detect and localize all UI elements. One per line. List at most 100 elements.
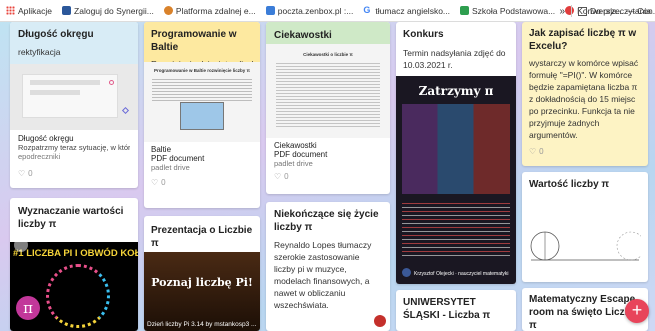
pdf-lines bbox=[276, 61, 380, 129]
meta-description: Rozpatrzmy teraz sytuację, w której ... bbox=[18, 143, 130, 152]
meta-title: Baltie bbox=[151, 145, 172, 154]
card-title: Długość okręgu bbox=[18, 29, 94, 40]
school-icon bbox=[460, 6, 470, 15]
like-button[interactable]: ♡ 0 bbox=[529, 147, 641, 156]
meta-source: padlet drive bbox=[151, 163, 190, 172]
rolling-circle-diagram bbox=[530, 231, 641, 261]
like-button[interactable]: ♡ 0 bbox=[151, 178, 253, 187]
play-icon[interactable] bbox=[14, 238, 28, 252]
video-thumbnail[interactable]: #1 LICZBA PI I OBWÓD KOŁA π bbox=[10, 238, 138, 331]
bookmark-platforma[interactable]: Platforma zdalnej e... bbox=[163, 6, 256, 16]
card-meta: Ciekawostki PDF document padlet drive ♡ … bbox=[266, 138, 390, 184]
card-title: Ciekawostki bbox=[274, 30, 332, 41]
channel-badge-icon bbox=[374, 315, 386, 327]
pi-logo-icon: π bbox=[16, 296, 40, 320]
digit-spiral-icon bbox=[46, 264, 110, 328]
more-bookmarks-button[interactable]: » bbox=[559, 6, 565, 17]
card-meta: Baltie PDF document padlet drive ♡ 0 bbox=[144, 142, 260, 190]
meta-type: PDF document bbox=[151, 154, 205, 163]
card-title: Wyznaczanie wartości liczby π bbox=[18, 206, 124, 230]
meta-title: Ciekawostki bbox=[274, 141, 317, 150]
card-header: Konkurs Termin nadsyłania zdjęć do 10.03… bbox=[396, 22, 516, 77]
preview-bar bbox=[30, 80, 100, 85]
heart-icon: ♡ bbox=[274, 172, 282, 181]
bookmark-poczta[interactable]: poczta.zenbox.pl :... bbox=[265, 6, 353, 16]
card-title: Jak zapisać liczbę π w Excelu? bbox=[529, 28, 637, 52]
card-text: Termin nadsyłania zdjęć do 10.03.2021 r. bbox=[403, 48, 506, 70]
card-title: Niekończące się życie liczby π bbox=[274, 209, 379, 233]
preview-diamond-icon bbox=[121, 106, 130, 115]
video-banner-text: Poznaj liczbę Pi! bbox=[151, 276, 253, 289]
heart-icon: ♡ bbox=[151, 178, 159, 187]
like-count: 0 bbox=[161, 178, 166, 187]
link-preview-image[interactable] bbox=[10, 64, 138, 130]
card-title: Programowanie w Baltie bbox=[151, 29, 237, 53]
preview-dot-icon bbox=[109, 80, 114, 85]
bookmark-szkola[interactable]: Szkoła Podstawowa... bbox=[460, 6, 555, 16]
pdf-doc-title: Programowanie w Baltie rozwinięcie liczb… bbox=[154, 68, 250, 73]
pdf-preview[interactable]: Ciekawostki o liczbie π bbox=[266, 44, 390, 138]
card-text: Reynaldo Lopes tłumaczy szerokie zastoso… bbox=[274, 240, 372, 310]
reading-list-icon bbox=[578, 6, 588, 16]
card-excel[interactable]: Jak zapisać liczbę π w Excelu? wystarczy… bbox=[522, 22, 648, 166]
card-ciekawostki[interactable]: Ciekawostki Ciekawostki o liczbie π Ciek… bbox=[266, 22, 390, 194]
card-header: Ciekawostki bbox=[266, 22, 390, 44]
card-title: Konkurs bbox=[403, 29, 444, 40]
video-thumbnail[interactable]: Poznaj liczbę Pi! Dzień liczby Pi 3.14 b… bbox=[144, 252, 260, 331]
card-prezentacja[interactable]: Prezentacja o Liczbie π Poznaj liczbę Pi… bbox=[144, 216, 260, 331]
card-meta: Długość okręgu Rozpatrzmy teraz sytuację… bbox=[10, 130, 138, 182]
card-konkurs[interactable]: Konkurs Termin nadsyłania zdjęć do 10.03… bbox=[396, 22, 516, 284]
card-subtitle: rektyfikacja bbox=[18, 47, 61, 57]
card-uniwersytet-slaski[interactable]: UNIWERSYTET ŚLĄSKI - Liczba π bbox=[396, 290, 516, 331]
poster-rules-text bbox=[402, 200, 510, 256]
like-button[interactable]: ♡ 0 bbox=[274, 172, 382, 181]
meta-source: epodreczniki bbox=[18, 152, 61, 161]
like-button[interactable]: ♡ 0 bbox=[18, 169, 130, 178]
bookmarks-bar: Aplikacje Zaloguj do Synergii... Platfor… bbox=[0, 0, 655, 22]
bookmark-tlumacz[interactable]: G tłumacz angielsko... bbox=[363, 6, 450, 16]
card-wartosc-liczby-pi[interactable]: Wartość liczby π bbox=[522, 172, 648, 282]
preview-bar bbox=[30, 90, 80, 95]
mail-icon bbox=[265, 6, 275, 15]
pdf-lines bbox=[152, 77, 252, 103]
bookmarks-right: » Do przeczytania bbox=[559, 0, 651, 21]
poster-photo-grid bbox=[402, 104, 510, 194]
add-post-button[interactable]: + bbox=[625, 299, 649, 323]
divider bbox=[571, 5, 573, 17]
card-title: Wartość liczby π bbox=[529, 179, 610, 190]
bookmark-apps[interactable]: Aplikacje bbox=[6, 6, 52, 16]
meta-type: PDF document bbox=[274, 150, 328, 159]
bookmark-synergia[interactable]: Zaloguj do Synergii... bbox=[62, 6, 154, 16]
like-count: 0 bbox=[539, 147, 544, 156]
meta-title: Długość okręgu bbox=[18, 134, 74, 143]
librus-icon bbox=[62, 6, 72, 15]
pdf-doc-title: Ciekawostki o liczbie π bbox=[303, 52, 353, 57]
card-header: Programowanie w Baltie Rozwiniecie dzies… bbox=[144, 22, 260, 69]
google-icon: G bbox=[363, 5, 371, 15]
poster-footer: Krzysztof Olejecki · nauczyciel matematy… bbox=[414, 271, 509, 277]
platform-icon bbox=[163, 6, 173, 15]
pdf-screenshot bbox=[180, 102, 224, 130]
video-banner-text: #1 LICZBA PI I OBWÓD KOŁA bbox=[13, 248, 138, 259]
meta-source: padlet drive bbox=[274, 159, 313, 168]
like-count: 0 bbox=[28, 169, 33, 178]
card-dlugosc-okregu[interactable]: Długość okręgu rektyfikacja Długość okrę… bbox=[10, 22, 138, 188]
card-niekonczace-sie-zycie[interactable]: Niekończące się życie liczby π Reynaldo … bbox=[266, 202, 390, 331]
card-title: Prezentacja o Liczbie π bbox=[151, 225, 253, 249]
apps-grid-icon bbox=[6, 6, 15, 15]
heart-icon: ♡ bbox=[18, 169, 26, 178]
like-count: 0 bbox=[284, 172, 289, 181]
poster-title: Zatrzymy π bbox=[418, 84, 494, 98]
card-title: UNIWERSYTET ŚLĄSKI - Liczba π bbox=[403, 297, 491, 321]
video-caption: Dzień liczby Pi 3.14 by mstankosp3 ... bbox=[147, 321, 257, 328]
reading-list-button[interactable]: Do przeczytania bbox=[590, 6, 651, 16]
heart-icon: ♡ bbox=[529, 147, 537, 156]
card-programowanie-baltie[interactable]: Programowanie w Baltie Rozwiniecie dzies… bbox=[144, 22, 260, 208]
facebook-icon bbox=[402, 268, 411, 277]
pdf-preview[interactable]: Programowanie w Baltie rozwinięcie liczb… bbox=[144, 62, 260, 142]
contest-poster[interactable]: Zatrzymy π Krzysztof Olejecki · nauczyci… bbox=[396, 76, 516, 284]
padlet-board: Długość okręgu rektyfikacja Długość okrę… bbox=[0, 22, 655, 331]
card-header: Długość okręgu rektyfikacja bbox=[10, 22, 138, 64]
card-text: wystarczy w komórce wpisać formułę "=PI(… bbox=[529, 58, 639, 140]
card-wyznaczanie-wartosci[interactable]: Wyznaczanie wartości liczby π #1 LICZBA … bbox=[10, 198, 138, 331]
